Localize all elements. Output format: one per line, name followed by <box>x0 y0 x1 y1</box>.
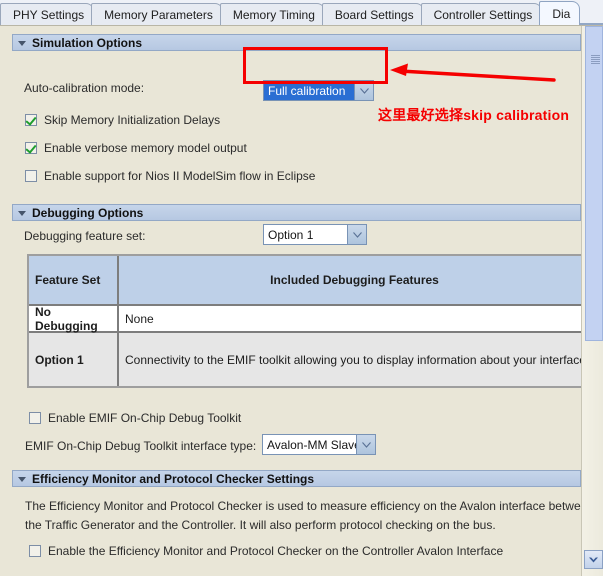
tab-controller-settings[interactable]: Controller Settings <box>420 3 543 25</box>
section-header-efficiency-monitor[interactable]: Efficiency Monitor and Protocol Checker … <box>12 470 581 487</box>
scrollbar-down-arrow-button[interactable] <box>584 550 603 569</box>
checkbox-enable-emif-debug-toolkit[interactable] <box>29 412 41 424</box>
emif-interface-type-label: EMIF On-Chip Debug Toolkit interface typ… <box>25 439 257 453</box>
checkbox-label: Skip Memory Initialization Delays <box>44 113 221 127</box>
annotation-text: 这里最好选择skip calibration <box>378 107 570 123</box>
table-header-row: Feature Set Included Debugging Features <box>29 256 581 306</box>
chevron-down-icon[interactable] <box>17 207 28 218</box>
checkbox-verbose-memory-model[interactable] <box>25 142 37 154</box>
chevron-down-icon[interactable] <box>17 473 28 484</box>
cell-feature-set: Option 1 <box>29 333 119 386</box>
checkbox-row-skip-memory-init[interactable]: Skip Memory Initialization Delays <box>25 113 220 127</box>
checkbox-label: Enable support for Nios II ModelSim flow… <box>44 169 316 183</box>
checkbox-row-enable-efficiency-monitor[interactable]: Enable the Efficiency Monitor and Protoc… <box>29 544 503 558</box>
cell-included-features: None <box>119 306 581 333</box>
debugging-feature-set-dropdown[interactable]: Option 1 <box>263 224 367 245</box>
chevron-down-icon[interactable] <box>356 435 375 454</box>
vertical-scrollbar[interactable] <box>581 26 603 576</box>
tab-memory-parameters[interactable]: Memory Parameters <box>91 3 223 25</box>
checkbox-label: Enable the Efficiency Monitor and Protoc… <box>48 544 504 558</box>
checkbox-label: Enable verbose memory model output <box>44 141 247 155</box>
debugging-feature-set-label: Debugging feature set: <box>24 229 146 243</box>
auto-calibration-mode-label: Auto-calibration mode: <box>24 81 145 95</box>
tab-diagnostics[interactable]: Dia <box>539 1 581 25</box>
tab-phy-settings[interactable]: PHY Settings <box>0 3 95 25</box>
tab-label: Memory Parameters <box>104 7 213 22</box>
column-header-included-features: Included Debugging Features <box>119 256 581 306</box>
section-header-simulation-options[interactable]: Simulation Options <box>12 34 581 51</box>
tab-label: Dia <box>552 6 571 21</box>
chevron-down-icon[interactable] <box>354 81 373 100</box>
checkbox-row-nios-modelsim-eclipse[interactable]: Enable support for Nios II ModelSim flow… <box>25 169 315 183</box>
chevron-down-icon[interactable] <box>347 225 366 244</box>
checkbox-row-enable-emif-debug-toolkit[interactable]: Enable EMIF On-Chip Debug Toolkit <box>29 411 241 425</box>
section-title: Simulation Options <box>32 35 142 50</box>
checkbox-enable-efficiency-monitor[interactable] <box>29 545 41 557</box>
tab-label: Board Settings <box>334 7 414 22</box>
checkbox-nios-modelsim-eclipse[interactable] <box>25 170 37 182</box>
tab-label: Controller Settings <box>433 7 533 22</box>
scrollbar-grip-icon <box>591 55 600 64</box>
tab-board-settings[interactable]: Board Settings <box>321 3 424 25</box>
section-title: Debugging Options <box>32 205 144 220</box>
chevron-down-icon <box>589 557 598 562</box>
efficiency-monitor-description-line1: The Efficiency Monitor and Protocol Chec… <box>25 499 581 513</box>
tab-memory-timing[interactable]: Memory Timing <box>219 3 325 25</box>
debugging-feature-set-value: Option 1 <box>264 225 347 244</box>
tab-label: PHY Settings <box>13 7 85 22</box>
checkbox-skip-memory-init[interactable] <box>25 114 37 126</box>
emif-interface-type-dropdown[interactable]: Avalon-MM Slave <box>262 434 376 455</box>
table-row[interactable]: Option 1 Connectivity to the EMIF toolki… <box>29 333 581 386</box>
tab-bar: PHY Settings Memory Parameters Memory Ti… <box>0 0 603 25</box>
tab-label: Memory Timing <box>232 7 315 22</box>
section-header-debugging-options[interactable]: Debugging Options <box>12 204 581 221</box>
debugging-features-table: Feature Set Included Debugging Features … <box>27 254 581 388</box>
scrollbar-thumb[interactable] <box>585 26 603 341</box>
efficiency-monitor-description-line2: the Traffic Generator and the Controller… <box>25 518 496 532</box>
auto-calibration-mode-value: Full calibration <box>264 81 354 100</box>
chevron-down-icon[interactable] <box>17 37 28 48</box>
cell-feature-set: No Debugging <box>29 305 119 333</box>
auto-calibration-mode-dropdown[interactable]: Full calibration <box>263 80 374 101</box>
cell-included-features: Connectivity to the EMIF toolkit allowin… <box>119 333 581 386</box>
checkbox-row-verbose-memory-model[interactable]: Enable verbose memory model output <box>25 141 247 155</box>
table-row[interactable]: No Debugging None <box>29 305 581 333</box>
section-title: Efficiency Monitor and Protocol Checker … <box>32 471 315 486</box>
checkbox-label: Enable EMIF On-Chip Debug Toolkit <box>48 411 242 425</box>
emif-interface-type-value: Avalon-MM Slave <box>263 435 356 454</box>
column-header-feature-set: Feature Set <box>29 256 119 306</box>
